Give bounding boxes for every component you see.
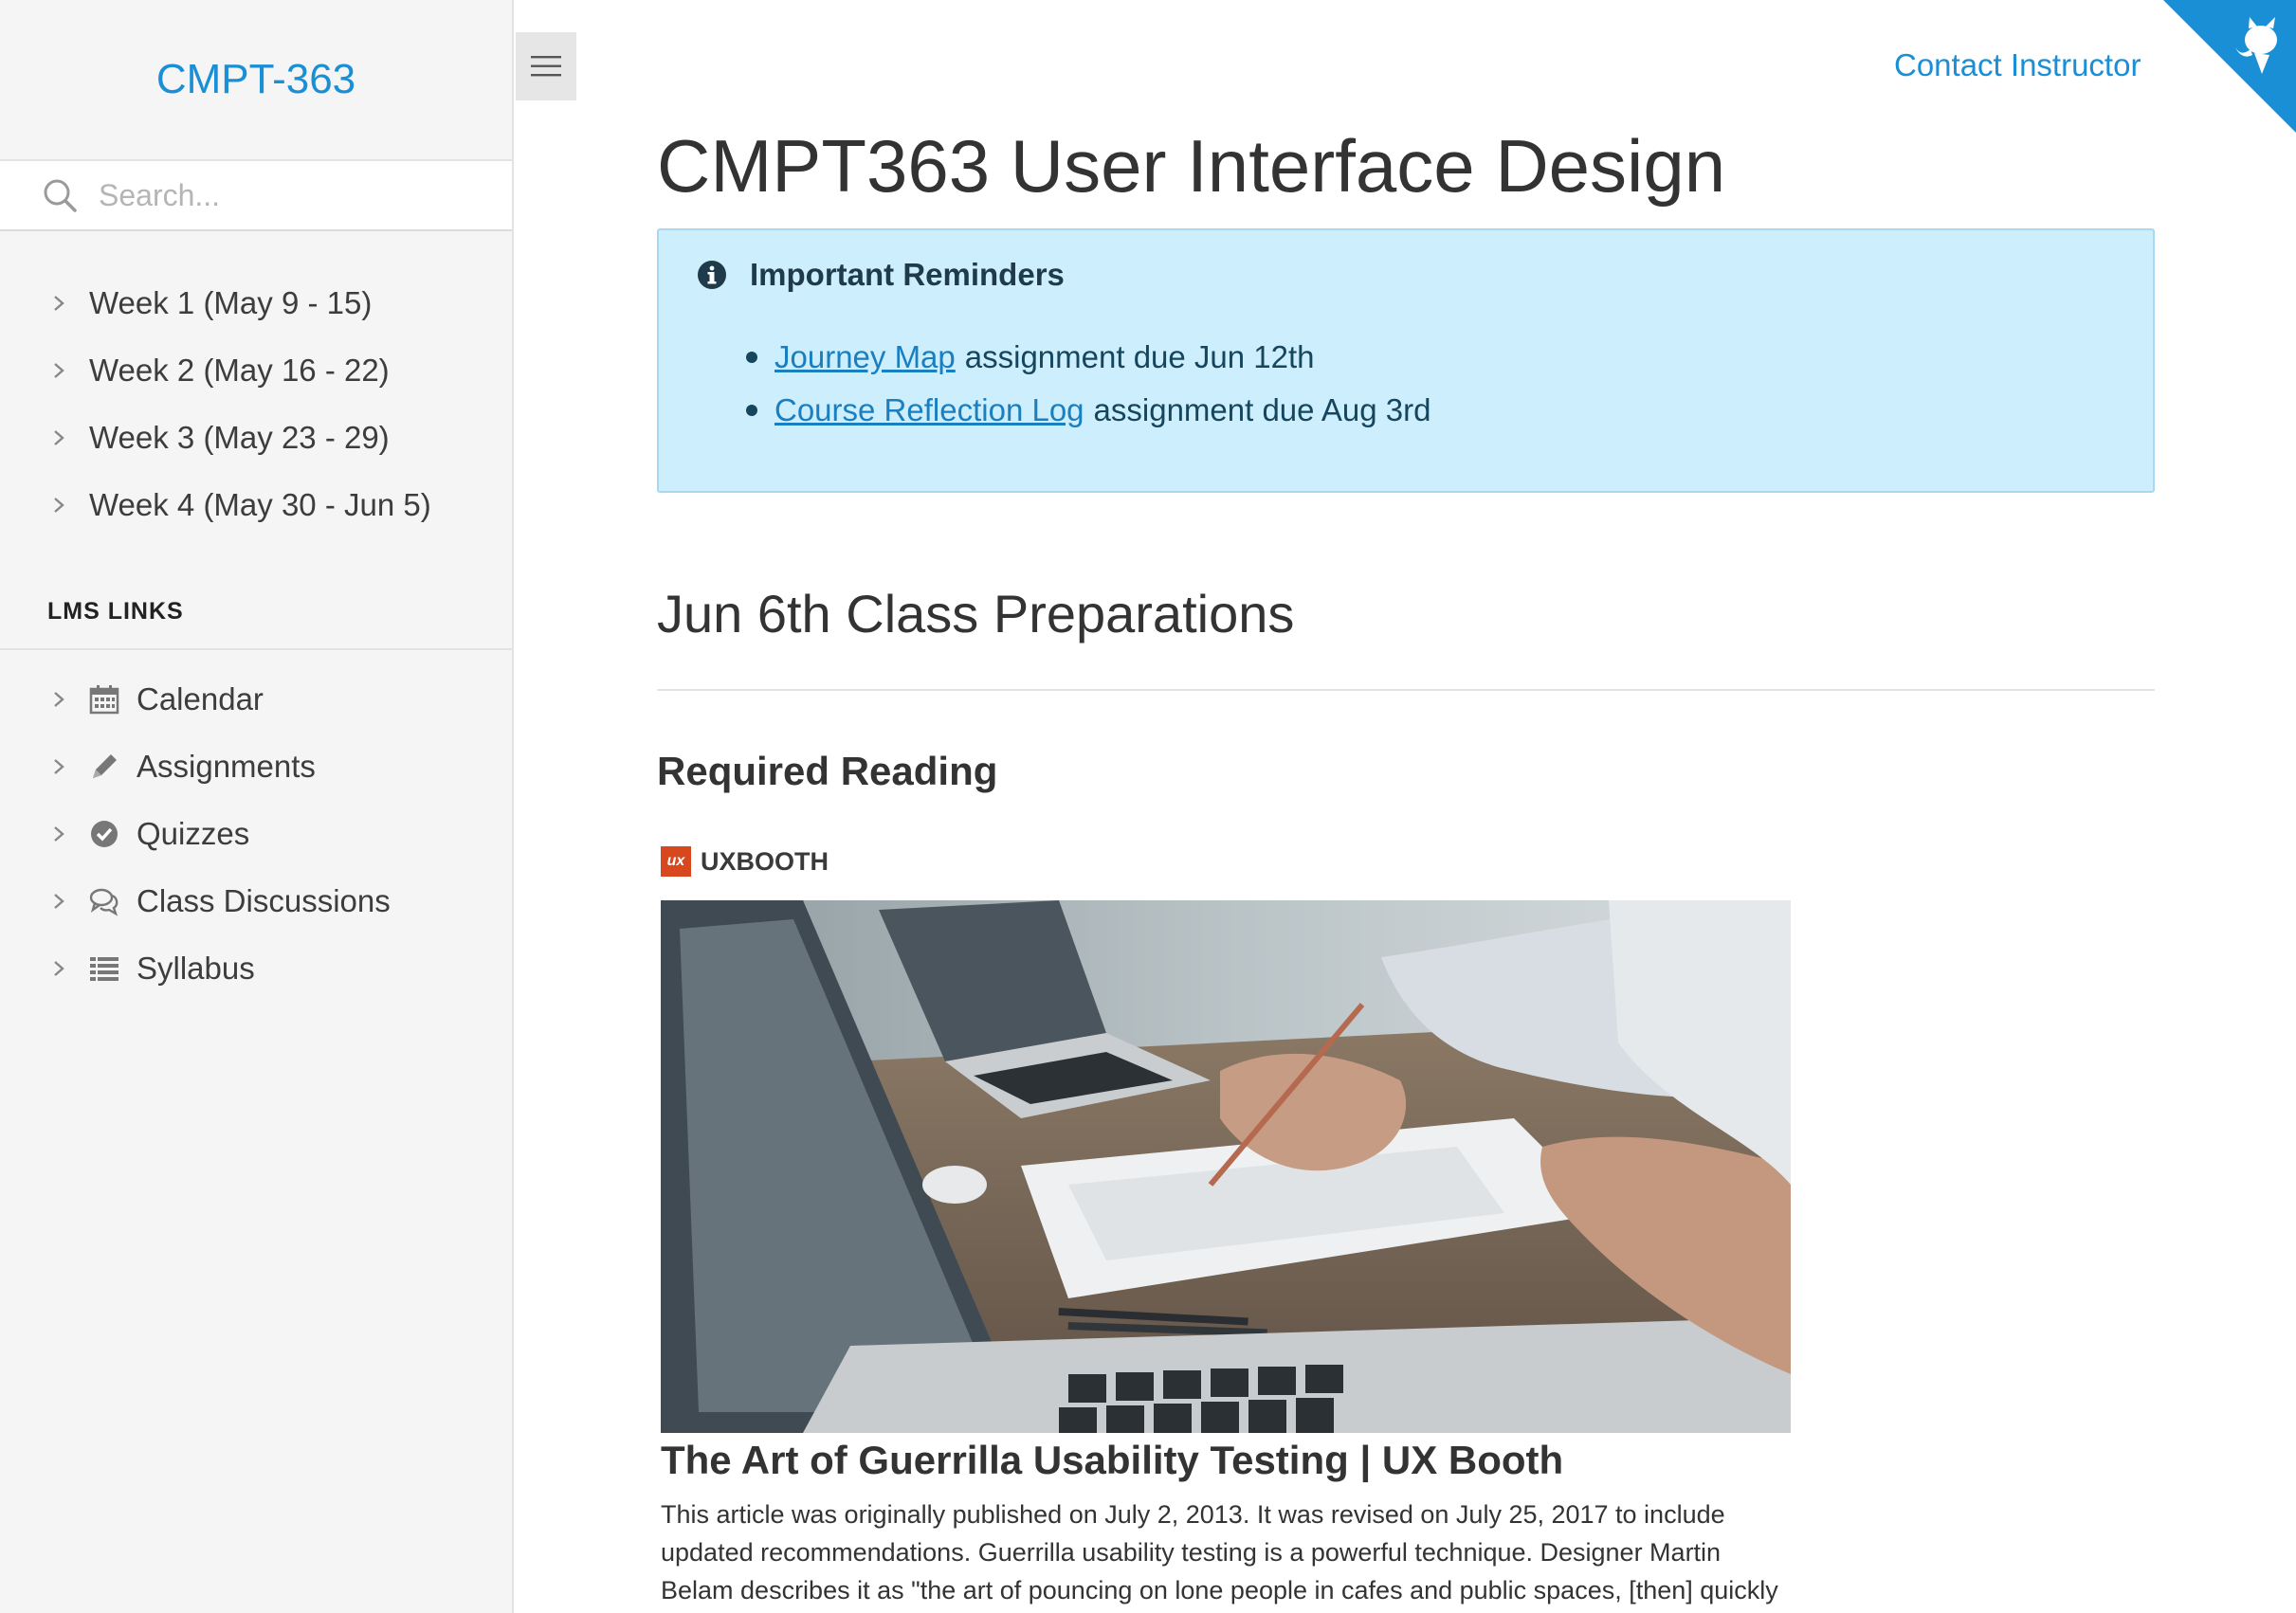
important-reminders-callout: Important Reminders Journey Map assignme… [657, 228, 2155, 493]
sidebar-item-quizzes[interactable]: Quizzes [0, 800, 512, 867]
chevron-right-icon [54, 960, 64, 976]
sidebar-item-label: Assignments [137, 748, 316, 784]
chevron-right-icon [54, 362, 64, 378]
reminder-list: Journey Map assignment due Jun 12th Cour… [746, 331, 2115, 437]
check-circle-icon [91, 820, 118, 847]
uxbooth-logo: ux [661, 846, 691, 877]
week-label: Week 3 (May 23 - 29) [89, 419, 390, 455]
callout-heading: Important Reminders [697, 257, 2115, 293]
chevron-right-icon [54, 497, 64, 513]
search-bar [0, 161, 512, 231]
week-item[interactable]: Week 4 (May 30 - Jun 5) [0, 471, 512, 538]
article-source: ux UXBOOTH [661, 846, 829, 877]
course-reflection-log-link[interactable]: Course Reflection Log [774, 392, 1084, 428]
sidebar-item-label: Quizzes [137, 815, 250, 851]
section-title: Jun 6th Class Preparations [657, 584, 1295, 643]
article-source-name: UXBOOTH [701, 846, 829, 876]
week-item[interactable]: Week 2 (May 16 - 22) [0, 336, 512, 404]
search-input[interactable] [97, 176, 499, 214]
reminder-item: Course Reflection Log assignment due Aug… [746, 384, 2115, 437]
info-circle-icon [698, 261, 726, 289]
chevron-right-icon [54, 429, 64, 445]
chevron-right-icon [54, 691, 64, 707]
week-item[interactable]: Week 3 (May 23 - 29) [0, 404, 512, 471]
chevron-right-icon [54, 295, 64, 311]
sidebar-item-label: Syllabus [137, 950, 255, 986]
calendar-icon [89, 684, 119, 714]
article-title-link[interactable]: The Art of Guerrilla Usability Testing |… [661, 1438, 1563, 1483]
page-title: CMPT363 User Interface Design [657, 124, 1726, 208]
reminder-text: assignment due Aug 3rd [1093, 392, 1431, 427]
chevron-right-icon [54, 825, 64, 842]
reminder-item: Journey Map assignment due Jun 12th [746, 331, 2115, 384]
article-hero-image[interactable] [661, 900, 1791, 1433]
reminder-text: assignment due Jun 12th [964, 339, 1315, 374]
sidebar: CMPT-363 Week 1 (May 9 - 15) Week 2 (May… [0, 0, 514, 1613]
lms-links-heading: LMS LINKS [0, 598, 512, 650]
chevron-right-icon [54, 893, 64, 909]
chevron-right-icon [54, 758, 64, 774]
callout-heading-text: Important Reminders [750, 257, 1065, 292]
sidebar-item-label: Calendar [137, 680, 264, 716]
sidebar-item-assignments[interactable]: Assignments [0, 733, 512, 800]
journey-map-link[interactable]: Journey Map [774, 339, 956, 375]
github-corner-link[interactable] [2163, 0, 2296, 133]
pencil-icon [93, 753, 117, 778]
lms-link-list: Calendar Assignments Quizzes Class Discu… [0, 665, 512, 1002]
site-brand[interactable]: CMPT-363 [0, 0, 512, 161]
list-icon [90, 956, 118, 981]
sidebar-item-label: Class Discussions [137, 882, 391, 918]
required-reading-heading: Required Reading [657, 749, 998, 793]
week-list: Week 1 (May 9 - 15) Week 2 (May 16 - 22)… [0, 269, 512, 538]
comments-icon [89, 888, 118, 916]
article-description: This article was originally published on… [661, 1500, 1778, 1604]
week-label: Week 1 (May 9 - 15) [89, 284, 373, 320]
week-label: Week 4 (May 30 - Jun 5) [89, 486, 431, 522]
hamburger-icon [531, 56, 561, 77]
section-divider [657, 689, 2155, 691]
sidebar-item-class-discussions[interactable]: Class Discussions [0, 867, 512, 934]
menu-toggle-button[interactable] [516, 32, 576, 100]
contact-instructor-link[interactable]: Contact Instructor [1894, 47, 2141, 83]
sidebar-item-syllabus[interactable]: Syllabus [0, 934, 512, 1002]
search-icon [44, 179, 77, 212]
sidebar-item-calendar[interactable]: Calendar [0, 665, 512, 733]
week-item[interactable]: Week 1 (May 9 - 15) [0, 269, 512, 336]
week-label: Week 2 (May 16 - 22) [89, 352, 390, 388]
